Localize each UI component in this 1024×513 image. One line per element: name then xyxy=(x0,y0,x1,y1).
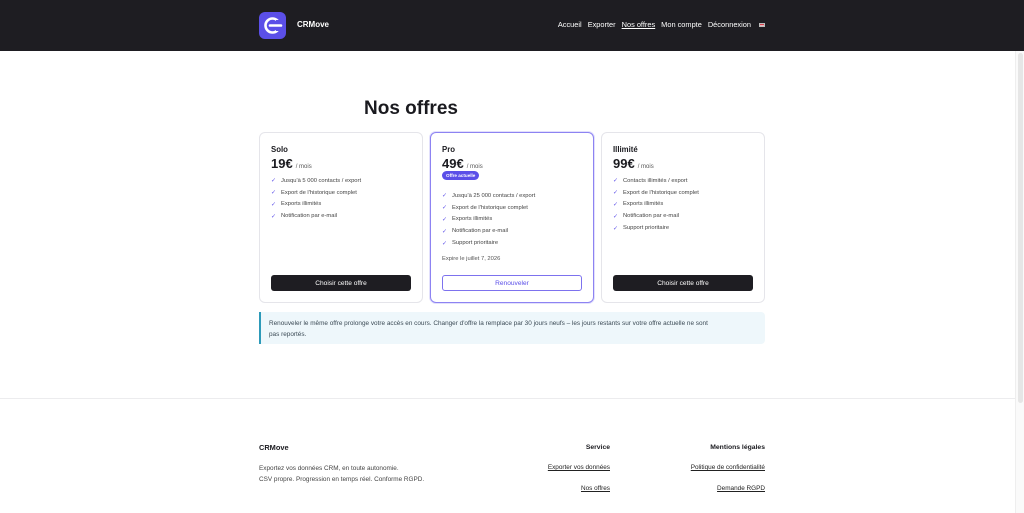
feature-item: ✓ Exports illimités xyxy=(613,199,699,211)
price-amount: 99€ xyxy=(613,156,635,171)
checkmark-icon: ✓ xyxy=(442,228,448,235)
footer-legal-column: Mentions légales Politique de confidenti… xyxy=(691,444,765,506)
feature-text: Exports illimités xyxy=(623,201,664,208)
nav-deconnexion[interactable]: Déconnexion xyxy=(708,20,751,29)
plan-card-illimite: Illimité 99€ / mois ✓ Contacts illimités … xyxy=(601,132,765,303)
footer-legal-title: Mentions légales xyxy=(710,444,765,451)
feature-item: ✓ Jusqu'à 25 000 contacts / export xyxy=(442,190,535,202)
footer-link-rgpd[interactable]: Demande RGPD xyxy=(691,485,765,492)
price-unit: / mois xyxy=(466,164,483,170)
checkmark-icon: ✓ xyxy=(613,190,619,197)
footer-divider xyxy=(0,398,1015,399)
page-title: Nos offres xyxy=(364,98,458,119)
feature-item: ✓ Export de l'historique complet xyxy=(613,187,699,199)
checkmark-icon: ✓ xyxy=(442,193,448,200)
checkmark-icon: ✓ xyxy=(613,201,619,208)
feature-item: ✓ Exports illimités xyxy=(271,199,361,211)
feature-text: Exports illimités xyxy=(452,216,493,223)
checkmark-icon: ✓ xyxy=(613,178,619,185)
plan-name: Solo xyxy=(271,145,288,154)
checkmark-icon: ✓ xyxy=(613,225,619,232)
feature-text: Export de l'historique complet xyxy=(623,189,699,196)
feature-text: Support prioritaire xyxy=(623,225,670,232)
choose-plan-button[interactable]: Choisir cette offre xyxy=(271,275,411,291)
nav-nos-offres[interactable]: Nos offres xyxy=(622,20,656,29)
feature-item: ✓ Contacts illimités / export xyxy=(613,175,699,187)
feature-item: ✓ Notification par e-mail xyxy=(271,210,361,222)
footer-description: Exportez vos données CRM, en toute auton… xyxy=(259,463,424,485)
nav-accueil[interactable]: Accueil xyxy=(558,20,582,29)
checkmark-icon: ✓ xyxy=(442,240,448,247)
scrollbar-thumb[interactable] xyxy=(1018,53,1023,403)
feature-text: Contacts illimités / export xyxy=(623,177,688,184)
footer-service-title: Service xyxy=(585,444,610,451)
choose-plan-button[interactable]: Choisir cette offre xyxy=(613,275,753,291)
plan-price: 19€ / mois xyxy=(271,156,312,171)
plan-name: Illimité xyxy=(613,145,638,154)
expiry-date: Expire le juillet 7, 2026 xyxy=(442,256,501,262)
feature-item: ✓ Support prioritaire xyxy=(613,222,699,234)
checkmark-icon: ✓ xyxy=(271,213,277,220)
checkmark-icon: ✓ xyxy=(613,213,619,220)
app-logo-icon[interactable] xyxy=(259,12,286,39)
feature-text: Jusqu'à 25 000 contacts / export xyxy=(452,192,536,199)
feature-text: Notification par e-mail xyxy=(623,213,680,220)
price-unit: / mois xyxy=(295,164,312,170)
price-unit: / mois xyxy=(637,164,654,170)
footer-link-privacy[interactable]: Politique de confidentialité xyxy=(691,464,765,471)
feature-item: ✓ Export de l'historique complet xyxy=(271,187,361,199)
price-amount: 19€ xyxy=(271,156,293,171)
feature-item: ✓ Notification par e-mail xyxy=(613,210,699,222)
current-plan-badge: Offre actuelle xyxy=(442,171,480,180)
feature-item: ✓ Notification par e-mail xyxy=(442,225,535,237)
main-nav: Accueil Exporter Nos offres Mon compte D… xyxy=(558,20,765,29)
info-text-line2: pas reportés. xyxy=(269,331,307,338)
checkmark-icon: ✓ xyxy=(271,190,277,197)
feature-list: ✓ Jusqu'à 5 000 contacts / export ✓ Export… xyxy=(271,175,361,222)
plan-card-pro: Pro 49€ / mois Offre actuelle ✓ Jusqu'à 2… xyxy=(430,132,594,303)
page-scrollbar[interactable] xyxy=(1015,51,1024,513)
footer-link-export[interactable]: Exporter vos données xyxy=(548,464,610,471)
plan-price: 49€ / mois xyxy=(442,156,483,171)
plan-price: 99€ / mois xyxy=(613,156,654,171)
info-text-line1: Renouveler le même offre prolonge votre … xyxy=(269,320,708,327)
renewal-info-notice: Renouveler le même offre prolonge votre … xyxy=(259,312,765,344)
nav-mon-compte[interactable]: Mon compte xyxy=(661,20,702,29)
feature-text: Support prioritaire xyxy=(452,240,499,247)
feature-text: Notification par e-mail xyxy=(281,213,338,220)
checkmark-icon: ✓ xyxy=(271,201,277,208)
uk-flag-icon[interactable] xyxy=(759,22,765,27)
footer-link-offres[interactable]: Nos offres xyxy=(548,485,610,492)
feature-list: ✓ Jusqu'à 25 000 contacts / export ✓ Expor… xyxy=(442,190,535,249)
feature-text: Export de l'historique complet xyxy=(281,189,357,196)
footer-desc-line1: Exportez vos données CRM, en toute auton… xyxy=(259,465,399,472)
feature-text: Jusqu'à 5 000 contacts / export xyxy=(281,177,362,184)
renew-button[interactable]: Renouveler xyxy=(442,275,582,291)
checkmark-icon: ✓ xyxy=(442,205,448,212)
plan-card-solo: Solo 19€ / mois ✓ Jusqu'à 5 000 contacts … xyxy=(259,132,423,303)
footer-service-column: Service Exporter vos données Nos offres xyxy=(548,444,610,506)
footer-brand: CRMove xyxy=(259,443,289,452)
feature-text: Export de l'historique complet xyxy=(452,204,528,211)
checkmark-icon: ✓ xyxy=(271,178,277,185)
feature-item: ✓ Support prioritaire xyxy=(442,237,535,249)
checkmark-icon: ✓ xyxy=(442,216,448,223)
footer-desc-line2: CSV propre. Progression en temps réel. C… xyxy=(259,476,425,483)
top-navbar: CRMove Accueil Exporter Nos offres Mon c… xyxy=(0,0,1024,51)
brand-name[interactable]: CRMove xyxy=(297,20,329,29)
plan-name: Pro xyxy=(442,145,455,154)
feature-item: ✓ Exports illimités xyxy=(442,214,535,226)
feature-item: ✓ Export de l'historique complet xyxy=(442,202,535,214)
feature-text: Exports illimités xyxy=(281,201,322,208)
price-amount: 49€ xyxy=(442,156,464,171)
nav-exporter[interactable]: Exporter xyxy=(588,20,616,29)
feature-list: ✓ Contacts illimités / export ✓ Export de … xyxy=(613,175,699,234)
feature-item: ✓ Jusqu'à 5 000 contacts / export xyxy=(271,175,361,187)
feature-text: Notification par e-mail xyxy=(452,228,509,235)
